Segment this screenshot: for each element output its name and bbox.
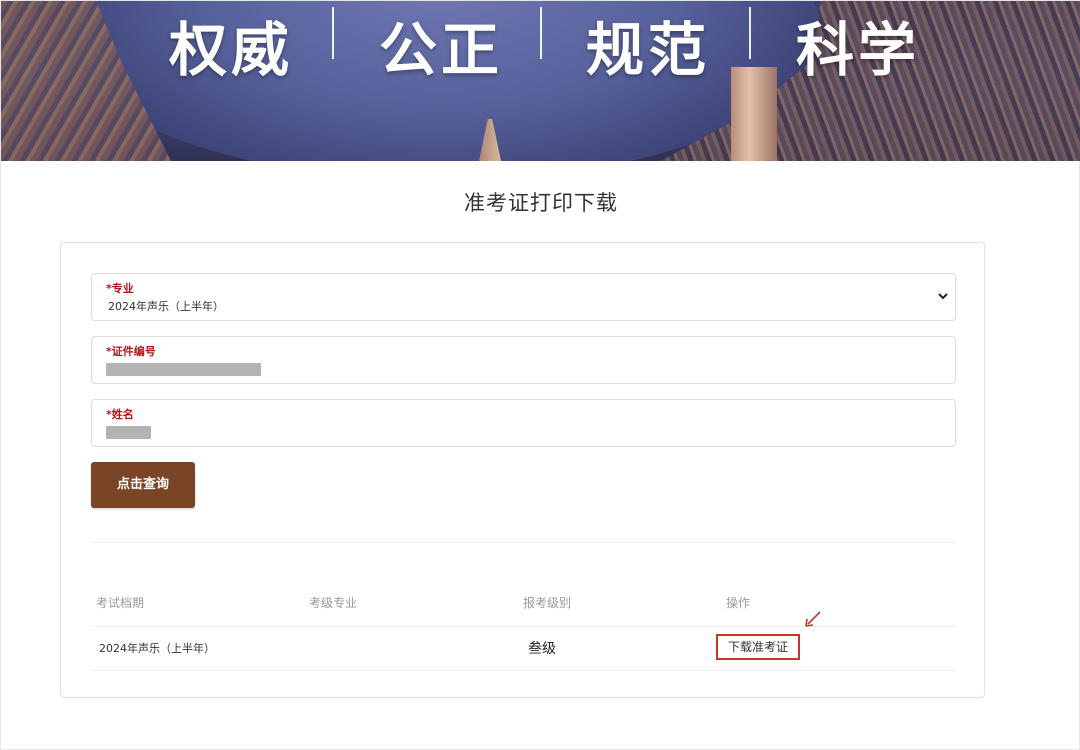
- name-field[interactable]: *姓名: [91, 399, 956, 447]
- red-arrow-icon: [802, 609, 824, 631]
- row-exam-period: 2024年声乐（上半年）: [99, 642, 215, 655]
- table-row: 2024年声乐（上半年） 叁级 下载准考证: [91, 626, 956, 671]
- id-number-redacted-value: [106, 363, 261, 376]
- slogan-divider: [332, 7, 334, 59]
- name-label: *姓名: [106, 408, 134, 421]
- header-exam-period: 考试档期: [96, 596, 145, 610]
- row-level: 叁级: [528, 641, 556, 657]
- header-exam-major: 考级专业: [309, 596, 358, 610]
- banner: 权威 公正 规范 科学: [1, 1, 1080, 161]
- page-title: 准考证打印下载: [464, 191, 618, 215]
- major-label: *专业: [106, 282, 134, 295]
- slogan-fairness: 公正: [379, 16, 504, 84]
- header-action: 操作: [726, 596, 751, 610]
- download-admission-ticket-button[interactable]: 下载准考证: [716, 634, 800, 660]
- query-card: *专业 2024年声乐（上半年） *证件编号 *姓名 点击查询 考试档期 考级专…: [60, 242, 985, 698]
- major-select[interactable]: *专业 2024年声乐（上半年）: [91, 273, 956, 321]
- divider: [91, 542, 956, 543]
- id-number-label: *证件编号: [106, 345, 156, 358]
- header-level: 报考级别: [523, 596, 572, 610]
- page-frame: 权威 公正 规范 科学 准考证打印下载 *专业 2024年声乐（上半年） *证件…: [0, 0, 1080, 750]
- slogan-standard: 规范: [586, 16, 711, 84]
- slogan-authority: 权威: [169, 16, 294, 84]
- slogan-science: 科学: [796, 16, 921, 84]
- banner-tower-image: [731, 67, 777, 161]
- major-value: 2024年声乐（上半年）: [108, 300, 224, 313]
- name-redacted-value: [106, 426, 151, 439]
- id-number-field[interactable]: *证件编号: [91, 336, 956, 384]
- query-button[interactable]: 点击查询: [91, 462, 195, 508]
- results-table-header: 考试档期 考级专业 报考级别 操作: [91, 594, 956, 627]
- chevron-down-icon[interactable]: [937, 290, 949, 302]
- slogan-divider: [540, 7, 542, 59]
- slogan-divider: [749, 7, 751, 59]
- banner-slogans: 权威 公正 规范 科学: [1, 1, 1080, 84]
